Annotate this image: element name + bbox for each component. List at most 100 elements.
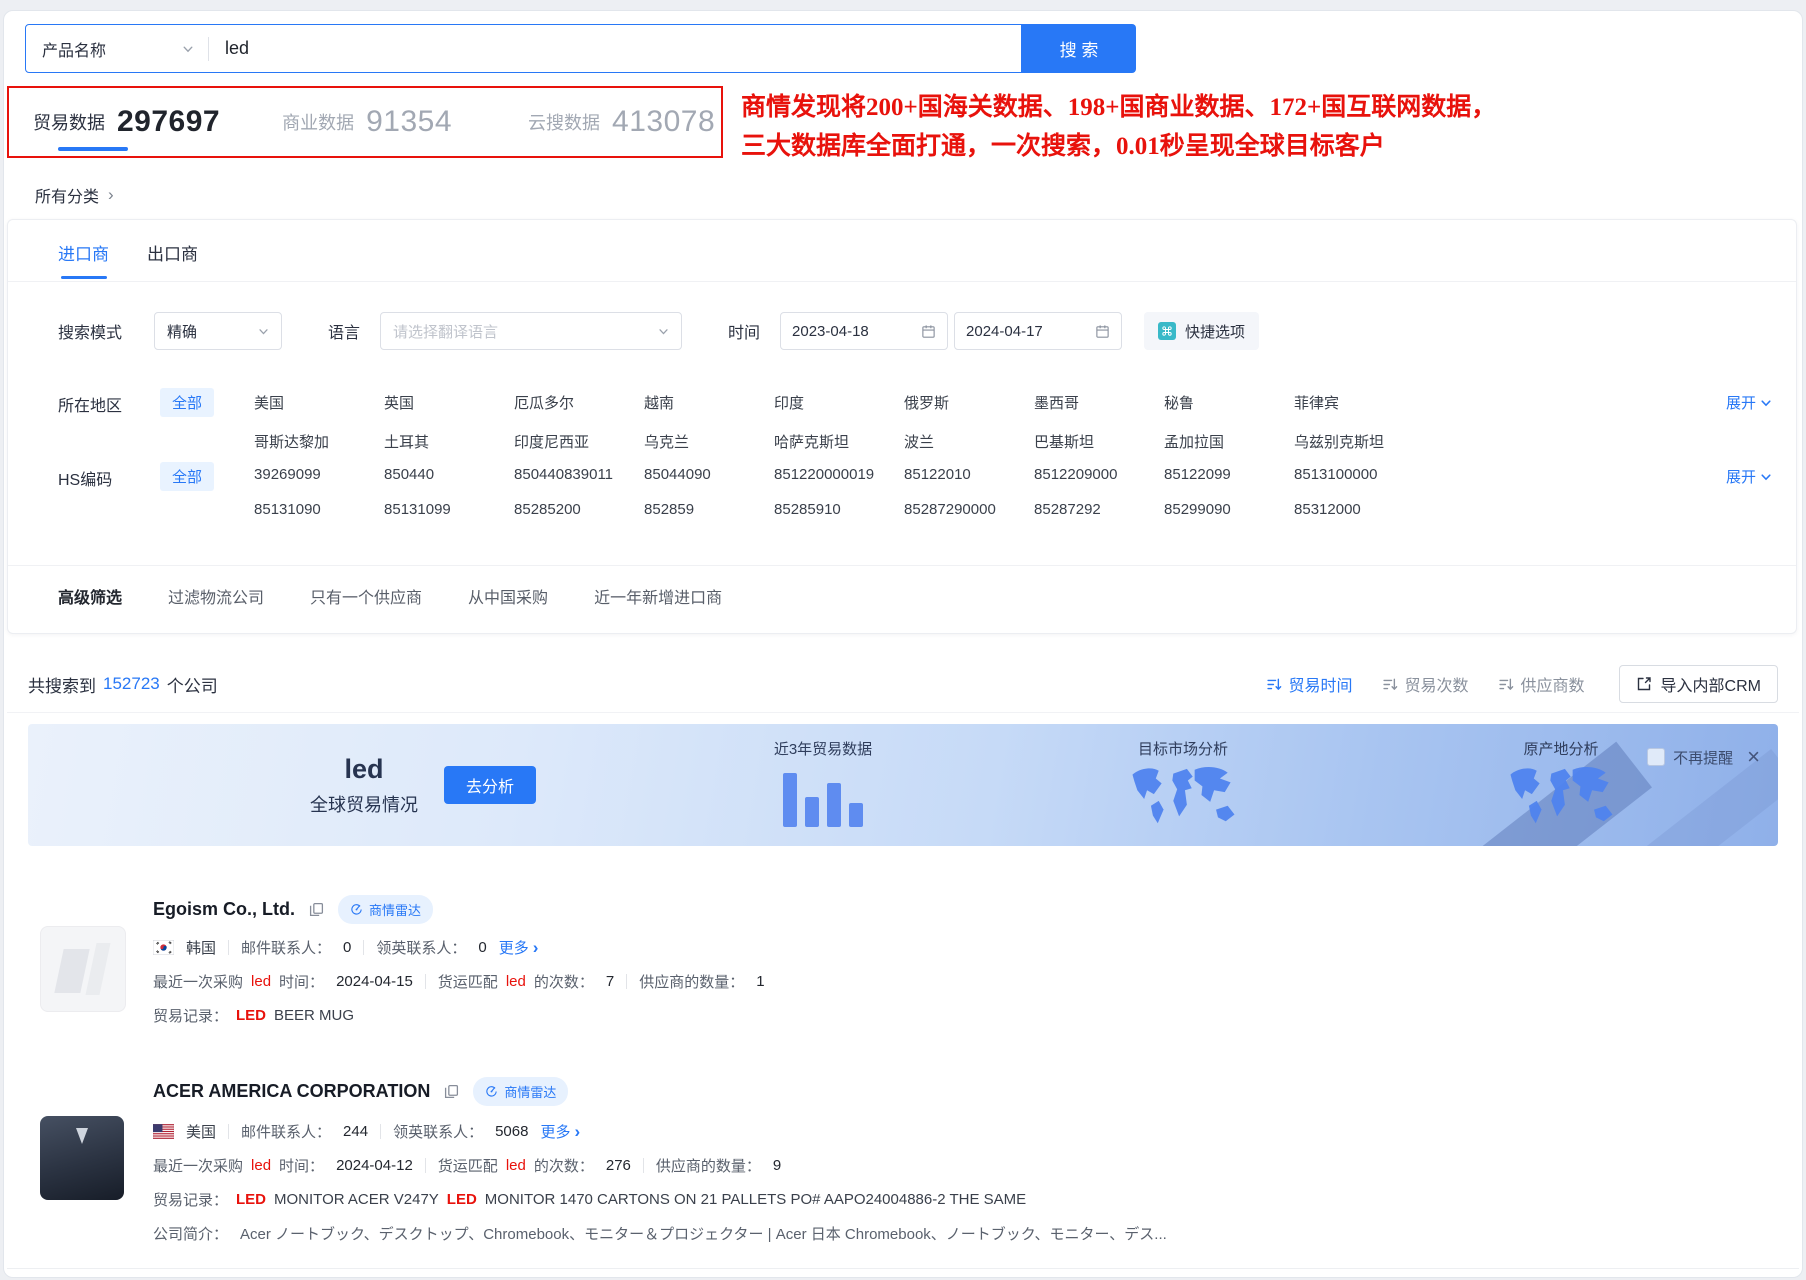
radar-badge[interactable]: 商情雷达 (473, 1077, 568, 1106)
region-item[interactable]: 乌兹别克斯坦 (1294, 431, 1424, 452)
radar-badge[interactable]: 商情雷达 (338, 895, 433, 924)
breadcrumb[interactable]: 所有分类 › (35, 183, 114, 207)
company-thumbnail[interactable] (40, 1116, 124, 1200)
hs-code-item[interactable]: 85122010 (904, 466, 1034, 483)
region-item[interactable]: 厄瓜多尔 (514, 392, 644, 413)
region-item[interactable]: 土耳其 (384, 431, 514, 452)
advanced-filter-item[interactable]: 只有一个供应商 (310, 584, 422, 608)
results-prefix: 共搜索到 (28, 672, 96, 697)
search-mode-select[interactable]: 精确 (154, 312, 282, 350)
language-select[interactable]: 请选择翻译语言 (380, 312, 682, 350)
search-input[interactable] (209, 38, 1021, 59)
company-name[interactable]: Egoism Co., Ltd. (153, 899, 295, 920)
banner-item-target-market[interactable]: 目标市场分析 (1088, 738, 1278, 835)
results-summary: 共搜索到 152723 个公司 (28, 672, 218, 697)
hs-code-item[interactable]: 85131090 (254, 501, 384, 518)
hs-code-item[interactable]: 85287292 (1034, 501, 1164, 518)
more-link[interactable]: 更多 › (499, 937, 539, 958)
annotation-line-1: 商情发现将200+国海关数据、198+国商业数据、172+国互联网数据， (741, 88, 1496, 127)
company-name[interactable]: ACER AMERICA CORPORATION (153, 1081, 430, 1102)
dismiss-checkbox[interactable] (1647, 748, 1665, 766)
keyword-highlight: led (506, 973, 526, 990)
region-expand-link[interactable]: 展开 (1726, 392, 1772, 413)
results-suffix: 个公司 (167, 672, 218, 697)
tab-business-data[interactable]: 商业数据 91354 (282, 88, 452, 156)
filter-row-hs-code: HS编码 全部 39269099850440850440839011850440… (58, 462, 1796, 518)
region-item[interactable]: 英国 (384, 392, 514, 413)
hs-expand-link[interactable]: 展开 (1726, 466, 1772, 487)
hs-code-item[interactable]: 850440839011 (514, 466, 644, 483)
region-item[interactable]: 乌克兰 (644, 431, 774, 452)
date-from-input[interactable]: 2023-04-18 (780, 312, 948, 350)
advanced-filter-item[interactable]: 过滤物流公司 (168, 584, 264, 608)
tab-cloud-search-data[interactable]: 云搜数据 413078 (528, 88, 715, 156)
close-icon[interactable]: × (1747, 746, 1760, 768)
hs-code-item[interactable]: 85312000 (1294, 501, 1424, 518)
radar-badge-label: 商情雷达 (504, 1082, 556, 1101)
sort-icon (1267, 677, 1282, 692)
sort-trade-count[interactable]: 贸易次数 (1383, 672, 1469, 696)
tab-importer[interactable]: 进口商 (58, 240, 109, 281)
hs-code-item[interactable]: 39269099 (254, 466, 384, 483)
annotation-line-2: 三大数据库全面打通，一次搜索，0.01秒呈现全球目标客户 (741, 127, 1496, 166)
region-item[interactable]: 美国 (254, 392, 384, 413)
import-crm-button[interactable]: 导入内部CRM (1619, 665, 1778, 703)
advanced-filter-item[interactable]: 从中国采购 (468, 584, 548, 608)
hs-code-item[interactable]: 8512209000 (1034, 466, 1164, 483)
hs-code-item[interactable]: 852859 (644, 501, 774, 518)
quick-options-button[interactable]: 快捷选项 (1144, 312, 1259, 350)
hs-code-item[interactable]: 85287290000 (904, 501, 1034, 518)
copy-icon[interactable] (444, 1084, 459, 1099)
hs-code-item[interactable]: 85044090 (644, 466, 774, 483)
tab-count: 297697 (117, 105, 220, 139)
hs-all-chip[interactable]: 全部 (160, 462, 214, 491)
korea-flag-icon (153, 940, 174, 955)
tab-exporter[interactable]: 出口商 (147, 240, 198, 281)
analyze-button[interactable]: 去分析 (444, 766, 536, 804)
supplier-count: 9 (773, 1157, 781, 1174)
hs-code-item[interactable]: 850440 (384, 466, 514, 483)
region-item[interactable]: 哈萨克斯坦 (774, 431, 904, 452)
quick-options-label: 快捷选项 (1185, 321, 1245, 342)
tab-trade-data[interactable]: 贸易数据 297697 (33, 88, 220, 156)
advanced-filter-item[interactable]: 高级筛选 (58, 584, 122, 608)
region-item[interactable]: 哥斯达黎加 (254, 431, 384, 452)
advanced-filter-item[interactable]: 近一年新增进口商 (594, 584, 722, 608)
linkedin-contacts-count: 0 (478, 939, 486, 956)
company-thumbnail[interactable] (40, 926, 126, 1012)
filter-panel: 进口商 出口商 搜索模式 精确 语言 请选择翻译语言 时间 2023-04-18 (7, 219, 1797, 634)
trade-analysis-banner: led 全球贸易情况 去分析 近3年贸易数据 目标市场分析 原产地分析 (28, 724, 1778, 846)
sort-trade-time[interactable]: 贸易时间 (1267, 672, 1353, 696)
region-item[interactable]: 秘鲁 (1164, 392, 1294, 413)
search-button[interactable]: 搜 索 (1022, 24, 1136, 73)
region-all-chip[interactable]: 全部 (160, 388, 214, 417)
hs-code-item[interactable]: 851220000019 (774, 466, 904, 483)
region-item[interactable]: 巴基斯坦 (1034, 431, 1164, 452)
sort-supplier-count[interactable]: 供应商数 (1499, 672, 1585, 696)
banner-item-trade-data[interactable]: 近3年贸易数据 (728, 738, 918, 827)
hs-code-item[interactable]: 85131099 (384, 501, 514, 518)
copy-icon[interactable] (309, 902, 324, 917)
region-item[interactable]: 越南 (644, 392, 774, 413)
hs-code-item[interactable]: 85122099 (1164, 466, 1294, 483)
linkedin-contacts-label: 领英联系人： (376, 937, 466, 958)
region-item[interactable]: 墨西哥 (1034, 392, 1164, 413)
banner-keyword-text: led 全球贸易情况 (310, 754, 418, 817)
region-item[interactable]: 孟加拉国 (1164, 431, 1294, 452)
match-suffix: 的次数： (534, 1155, 594, 1176)
search-category-select[interactable]: 产品名称 (26, 37, 208, 61)
region-item[interactable]: 印度尼西亚 (514, 431, 644, 452)
hs-code-item[interactable]: 85299090 (1164, 501, 1294, 518)
region-item[interactable]: 俄罗斯 (904, 392, 1034, 413)
record-text: MONITOR 1470 CARTONS ON 21 PALLETS PO# A… (485, 1191, 1026, 1208)
banner-item-origin[interactable]: 原产地分析 (1466, 738, 1656, 835)
region-item[interactable]: 菲律宾 (1294, 392, 1424, 413)
hs-code-item[interactable]: 85285200 (514, 501, 644, 518)
region-item[interactable]: 印度 (774, 392, 904, 413)
date-to-input[interactable]: 2024-04-17 (954, 312, 1122, 350)
region-item[interactable]: 波兰 (904, 431, 1034, 452)
more-link[interactable]: 更多 › (540, 1121, 580, 1142)
advanced-filter-row: 高级筛选 过滤物流公司 只有一个供应商 从中国采购 近一年新增进口商 (58, 584, 722, 608)
hs-code-item[interactable]: 85285910 (774, 501, 904, 518)
hs-code-item[interactable]: 8513100000 (1294, 466, 1424, 483)
